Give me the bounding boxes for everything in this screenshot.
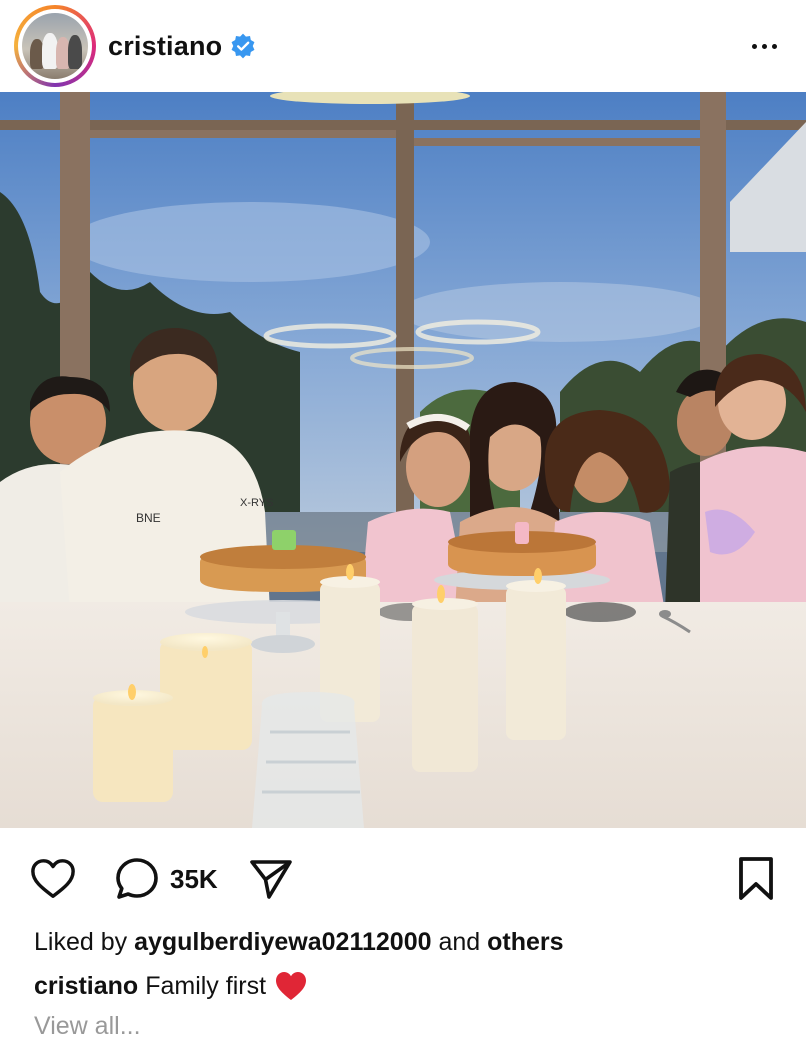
bookmark-icon xyxy=(736,856,776,902)
paper-plane-icon xyxy=(248,857,294,901)
liked-by-others-link[interactable]: others xyxy=(487,928,563,956)
more-options-button[interactable] xyxy=(744,26,784,66)
comment-button[interactable]: 35K xyxy=(114,856,218,902)
liked-by-prefix: Liked by xyxy=(34,928,128,956)
liked-by-and: and xyxy=(438,928,481,956)
speech-bubble-icon xyxy=(114,856,160,902)
svg-text:X-RYS: X-RYS xyxy=(240,497,273,509)
verified-badge-icon xyxy=(230,33,256,59)
svg-text:BNE: BNE xyxy=(136,511,161,525)
share-button[interactable] xyxy=(248,857,294,901)
post-action-bar: 35K xyxy=(0,848,806,910)
more-horizontal-icon xyxy=(751,43,757,49)
caption-text: Family first xyxy=(145,971,267,1000)
post-header: cristiano xyxy=(0,0,806,92)
comment-count: 35K xyxy=(170,863,218,894)
username[interactable]: cristiano xyxy=(108,31,222,62)
story-ring[interactable] xyxy=(14,5,96,87)
liked-by-username[interactable]: aygulberdiyewa02112000 xyxy=(134,928,431,956)
save-button[interactable] xyxy=(736,856,776,902)
heart-outline-icon xyxy=(30,857,76,901)
like-button[interactable] xyxy=(30,857,76,901)
view-all-comments-link[interactable]: View all... xyxy=(34,1012,141,1041)
red-heart-icon xyxy=(274,970,308,1002)
liked-by-line: Liked by aygulberdiyewa02112000 and othe… xyxy=(34,928,564,957)
avatar[interactable] xyxy=(22,13,88,79)
post-image[interactable]: BNE X-RYS xyxy=(0,92,806,828)
caption: cristiano Family first xyxy=(34,970,308,1002)
caption-username[interactable]: cristiano xyxy=(34,972,138,1001)
